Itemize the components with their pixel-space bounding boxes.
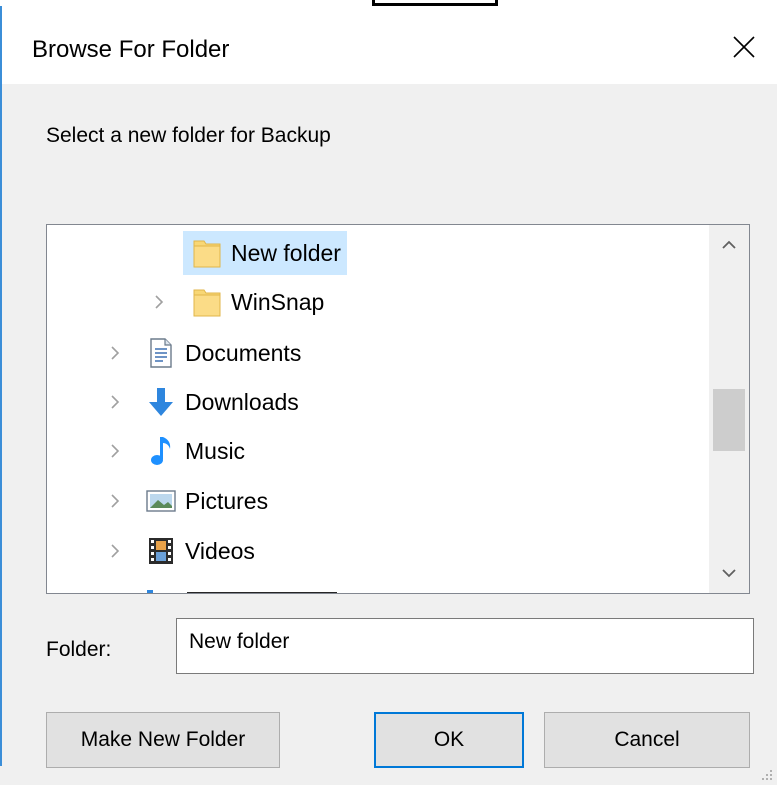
- close-icon: [733, 36, 755, 58]
- close-button[interactable]: [714, 22, 774, 72]
- tree-item-music[interactable]: Music: [105, 429, 251, 473]
- music-icon: [145, 433, 177, 469]
- expand-chevron-icon[interactable]: [105, 529, 125, 573]
- scrollbar-thumb[interactable]: [713, 389, 745, 452]
- tree-item-label: Downloads: [185, 389, 299, 415]
- browse-for-folder-dialog: Browse For Folder Select a new folder fo…: [2, 6, 777, 785]
- tree-item-content: Videos: [125, 529, 261, 573]
- pictures-icon: [145, 483, 177, 519]
- resize-grip-icon[interactable]: [759, 767, 773, 781]
- scroll-down-button[interactable]: [709, 553, 749, 593]
- folder-icon: [191, 235, 223, 271]
- tree-item-content: Music: [125, 429, 251, 473]
- folder-tree-viewport: New folder WinSnap Documents Downloads M…: [47, 225, 709, 593]
- chevron-down-icon: [722, 569, 736, 578]
- folder-icon: [191, 284, 223, 320]
- tree-item-downloads[interactable]: Downloads: [105, 380, 305, 424]
- tree-item-content: Downloads: [125, 380, 305, 424]
- vertical-scrollbar[interactable]: [709, 225, 749, 593]
- dialog-title: Browse For Folder: [32, 36, 230, 63]
- folder-field-label: Folder:: [46, 638, 112, 661]
- cancel-button[interactable]: Cancel: [544, 712, 750, 768]
- documents-icon: [145, 335, 177, 371]
- tree-item-videos[interactable]: Videos: [105, 529, 261, 573]
- tree-item-new-folder[interactable]: New folder: [183, 231, 347, 275]
- expand-chevron-icon[interactable]: [105, 380, 125, 424]
- downloads-icon: [145, 384, 177, 420]
- videos-icon: [145, 533, 177, 569]
- expand-chevron-icon[interactable]: [105, 331, 125, 375]
- tree-item-label: Videos: [185, 538, 255, 564]
- scroll-up-button[interactable]: [709, 225, 749, 265]
- folder-tree[interactable]: New folder WinSnap Documents Downloads M…: [46, 224, 750, 594]
- tree-item-selection: New folder: [183, 231, 347, 275]
- tree-item-label: Documents: [185, 340, 302, 366]
- tree-item-clipped: [143, 583, 343, 593]
- tree-item-pictures[interactable]: Pictures: [105, 479, 274, 523]
- tree-item-label: WinSnap: [231, 289, 325, 315]
- make-new-folder-button[interactable]: Make New Folder: [46, 712, 280, 768]
- dialog-prompt: Select a new folder for Backup: [46, 124, 331, 147]
- expand-chevron-icon[interactable]: [105, 429, 125, 473]
- screen: Browse For Folder Select a new folder fo…: [0, 0, 777, 785]
- tree-item-content: Documents: [125, 331, 307, 375]
- tree-item-content: WinSnap: [169, 280, 330, 324]
- tree-item-content: Pictures: [125, 479, 274, 523]
- expand-chevron-icon[interactable]: [149, 280, 169, 324]
- tree-item-winsnap[interactable]: WinSnap: [149, 280, 330, 324]
- tree-item-label: Music: [185, 438, 246, 464]
- tree-item-documents[interactable]: Documents: [105, 331, 307, 375]
- title-bar[interactable]: Browse For Folder: [2, 6, 777, 84]
- tree-item-label: Pictures: [185, 488, 269, 514]
- expand-chevron-icon[interactable]: [105, 479, 125, 523]
- tree-item-label: New folder: [231, 240, 341, 266]
- ok-button[interactable]: OK: [374, 712, 524, 768]
- folder-name-input[interactable]: [176, 618, 754, 674]
- chevron-up-icon: [722, 240, 736, 249]
